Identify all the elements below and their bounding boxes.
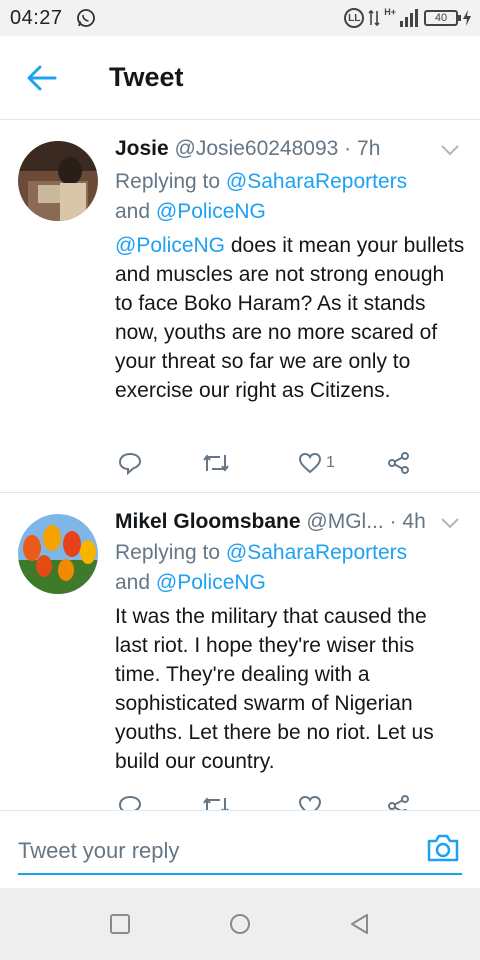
mention-link[interactable]: @SaharaReporters	[226, 541, 407, 564]
home-icon[interactable]	[228, 912, 252, 936]
share-button[interactable]	[387, 449, 411, 477]
network-badge: LL	[344, 8, 365, 28]
author-handle[interactable]: @MGl...	[306, 510, 383, 533]
like-button[interactable]	[298, 792, 322, 810]
replying-and: and	[115, 200, 156, 223]
heart-icon	[298, 452, 322, 474]
retweet-button[interactable]	[203, 792, 229, 810]
chevron-down-icon[interactable]	[440, 516, 460, 530]
signal-icon	[400, 9, 418, 27]
timestamp[interactable]: 4h	[402, 510, 425, 533]
separator: ·	[389, 510, 397, 533]
replying-and: and	[115, 571, 156, 594]
tweet-body: does it mean your bullets and muscles ar…	[115, 234, 465, 402]
timestamp[interactable]: 7h	[357, 137, 380, 160]
status-bar: 04:27 LL H+ 40	[0, 0, 480, 36]
back-triangle-icon[interactable]	[348, 912, 372, 936]
tweet-text: It was the military that caused the last…	[115, 605, 434, 773]
tweet-actions	[115, 792, 425, 810]
retweet-icon	[203, 454, 229, 472]
separator: ·	[344, 137, 352, 160]
share-icon	[388, 795, 409, 810]
charging-icon	[463, 10, 471, 26]
reply-button[interactable]	[118, 449, 142, 477]
reply-button[interactable]	[118, 792, 142, 810]
mention-link[interactable]: @PoliceNG	[115, 234, 225, 257]
mention-link[interactable]: @PoliceNG	[156, 200, 266, 223]
retweet-icon	[203, 797, 229, 810]
back-button[interactable]	[24, 62, 60, 94]
tweet-reply[interactable]: Josie @Josie60248093 · 7h Replying to @S…	[0, 121, 480, 493]
reply-input[interactable]	[18, 829, 462, 875]
share-icon	[388, 452, 409, 474]
heart-icon	[298, 795, 322, 810]
replying-prefix: Replying to	[115, 541, 226, 564]
page-title: Tweet	[109, 62, 184, 92]
replying-to: Replying to @SaharaReporters and @Police…	[115, 167, 465, 227]
tweet-header: Josie @Josie60248093 · 7h	[115, 137, 430, 161]
tweet-reply[interactable]: Mikel Gloomsbane @MGl... · 4h Replying t…	[0, 494, 480, 810]
arrow-left-icon	[27, 65, 57, 91]
mention-link[interactable]: @PoliceNG	[156, 571, 266, 594]
tweet-header: Mikel Gloomsbane @MGl... · 4h	[115, 510, 430, 534]
avatar[interactable]	[18, 141, 98, 221]
data-arrows-icon	[368, 9, 380, 27]
reply-composer	[0, 810, 480, 888]
camera-icon[interactable]	[426, 833, 460, 863]
author-name[interactable]: Mikel Gloomsbane	[115, 510, 301, 533]
author-name[interactable]: Josie	[115, 137, 169, 160]
whatsapp-icon	[77, 9, 95, 27]
network-type: H+	[384, 7, 396, 17]
like-count: 1	[326, 454, 335, 471]
replying-prefix: Replying to	[115, 170, 226, 193]
status-time: 04:27	[10, 7, 63, 29]
battery-icon: 40	[424, 10, 461, 26]
mention-link[interactable]: @SaharaReporters	[226, 170, 407, 193]
tweet-text: @PoliceNG does it mean your bullets and …	[115, 231, 465, 405]
replying-to: Replying to @SaharaReporters and @Police…	[115, 538, 465, 598]
reply-icon	[118, 795, 142, 810]
tweet-actions: 1	[115, 449, 425, 477]
chevron-down-icon[interactable]	[440, 143, 460, 157]
recents-icon[interactable]	[108, 912, 132, 936]
share-button[interactable]	[387, 792, 411, 810]
author-handle[interactable]: @Josie60248093	[175, 137, 339, 160]
system-nav-bar	[0, 888, 480, 960]
status-icons: LL H+ 40	[344, 7, 472, 29]
like-button[interactable]: 1	[298, 449, 335, 477]
retweet-button[interactable]	[203, 449, 229, 477]
reply-icon	[118, 452, 142, 475]
top-app-bar: Tweet	[0, 36, 480, 120]
avatar[interactable]	[18, 514, 98, 594]
